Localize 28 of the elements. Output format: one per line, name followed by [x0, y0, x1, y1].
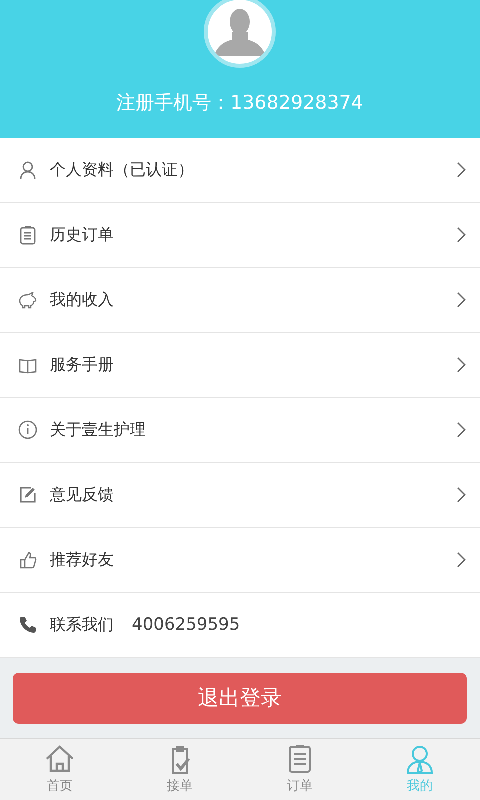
- phone-number-label: 注册手机号：13682928374: [116, 91, 364, 116]
- edit-icon: [18, 485, 38, 505]
- home-icon: [44, 744, 76, 774]
- menu-item[interactable]: 推荐好友: [0, 528, 480, 593]
- user-icon: [404, 744, 436, 774]
- contact-row[interactable]: 联系我们 4006259595: [0, 593, 480, 658]
- logout-button[interactable]: 退出登录: [13, 672, 467, 724]
- menu-item[interactable]: 服务手册: [0, 333, 480, 398]
- phone-icon: [18, 615, 38, 635]
- chevron-right-icon: [456, 357, 466, 373]
- chevron-right-icon: [456, 487, 466, 503]
- chevron-right-icon: [456, 162, 466, 178]
- menu-item[interactable]: 意见反馈: [0, 463, 480, 528]
- piggy-bank-icon: [18, 290, 38, 310]
- clipboard-icon: [18, 225, 38, 245]
- menu-item[interactable]: 关于壹生护理: [0, 398, 480, 463]
- menu-item[interactable]: 历史订单: [0, 203, 480, 268]
- thumbs-up-icon: [18, 550, 38, 570]
- chevron-right-icon: [456, 227, 466, 243]
- info-icon: [18, 420, 38, 440]
- contact-phone: 4006259595: [132, 615, 240, 635]
- menu-item[interactable]: 个人资料（已认证）: [0, 138, 480, 203]
- chevron-right-icon: [456, 552, 466, 568]
- person-icon: [18, 160, 38, 180]
- chevron-right-icon: [456, 422, 466, 438]
- chevron-right-icon: [456, 292, 466, 308]
- contact-label: 联系我们: [50, 614, 114, 636]
- menu-item[interactable]: 我的收入: [0, 268, 480, 333]
